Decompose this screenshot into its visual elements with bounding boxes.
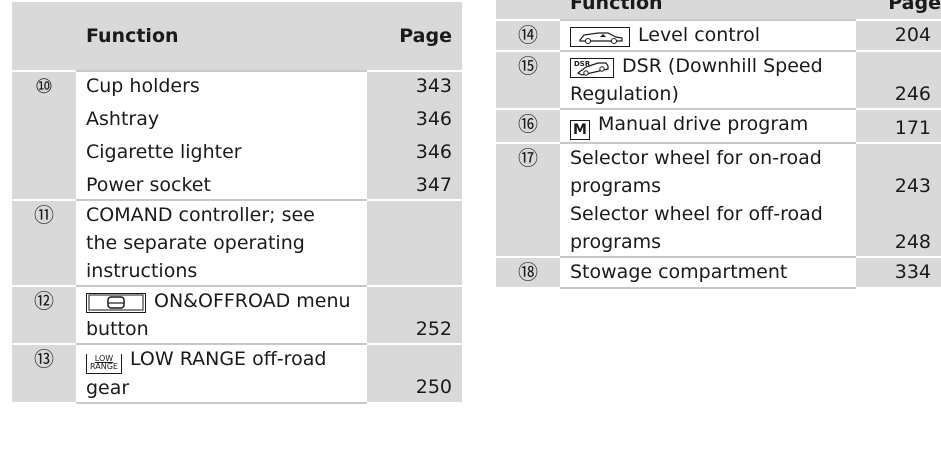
page-cell: 250 [367, 343, 462, 404]
low-range-icon: LOW RANGE [86, 354, 122, 374]
left-header-row: Function Page [12, 2, 462, 71]
row-number: ⑬ [12, 343, 76, 404]
function-cell: Selector wheel for on-road programs Sele… [560, 142, 856, 257]
function-cell: Stowage compartment [560, 256, 856, 289]
function-cell: COMAND controller; see the separate oper… [76, 199, 367, 286]
page-cell [367, 199, 462, 286]
left-header-num [12, 2, 76, 71]
function-cell: Cup holders Ashtray Cigarette lighter Po… [76, 70, 367, 200]
row-number: ⑪ [12, 199, 76, 286]
right-header-num [496, 0, 560, 20]
page-cell: 243 248 [856, 142, 941, 257]
table-row: ⑯ M Manual drive program 171 [496, 108, 941, 143]
table-row: ⑫ ON&OFFROAD menu button 252 [12, 285, 462, 344]
left-function-table: Function Page ⑩ Cup holders Ashtray Ciga… [12, 2, 462, 404]
right-header-function: Function [560, 0, 856, 20]
page-cell: 171 [856, 108, 941, 143]
manual-program-icon: M [570, 120, 590, 140]
page-cell: 204 [856, 19, 941, 51]
function-cell: LOW RANGE LOW RANGE off-road gear [76, 343, 367, 404]
table-row: ⑱ Stowage compartment 334 [496, 256, 941, 289]
row-number: ⑰ [496, 142, 560, 257]
table-row: ⑩ Cup holders Ashtray Cigarette lighter … [12, 70, 462, 200]
level-control-icon [570, 27, 630, 47]
right-header-page: Page [856, 0, 941, 20]
table-row: ⑭ Level control 204 [496, 19, 941, 51]
page-cell: 246 [856, 50, 941, 109]
row-number: ⑩ [12, 70, 76, 200]
row-number: ⑱ [496, 256, 560, 289]
function-cell: M Manual drive program [560, 108, 856, 143]
left-header-function: Function [76, 2, 367, 71]
table-row: ⑬ LOW RANGE LOW RANGE off-road gear 250 [12, 343, 462, 404]
page-cell: 343 346 346 347 [367, 70, 462, 200]
row-number: ⑫ [12, 285, 76, 344]
menu-button-icon [86, 293, 146, 313]
row-number: ⑭ [496, 19, 560, 51]
table-row: ⑮ DSR DSR (Downhill Speed Regulation) 24… [496, 50, 941, 109]
page-cell: 252 [367, 285, 462, 344]
function-cell: DSR DSR (Downhill Speed Regulation) [560, 50, 856, 109]
row-number: ⑯ [496, 108, 560, 143]
table-row: ⑰ Selector wheel for on-road programs Se… [496, 142, 941, 257]
function-cell: ON&OFFROAD menu button [76, 285, 367, 344]
dsr-icon: DSR [570, 58, 614, 78]
function-cell: Level control [560, 19, 856, 51]
left-header-page: Page [367, 2, 462, 71]
page-cell: 334 [856, 256, 941, 289]
right-header-row: Function Page [496, 0, 941, 20]
row-number: ⑮ [496, 50, 560, 109]
table-row: ⑪ COMAND controller; see the separate op… [12, 199, 462, 286]
right-function-table: Function Page ⑭ Level control 204 ⑮ DSR … [496, 0, 941, 289]
